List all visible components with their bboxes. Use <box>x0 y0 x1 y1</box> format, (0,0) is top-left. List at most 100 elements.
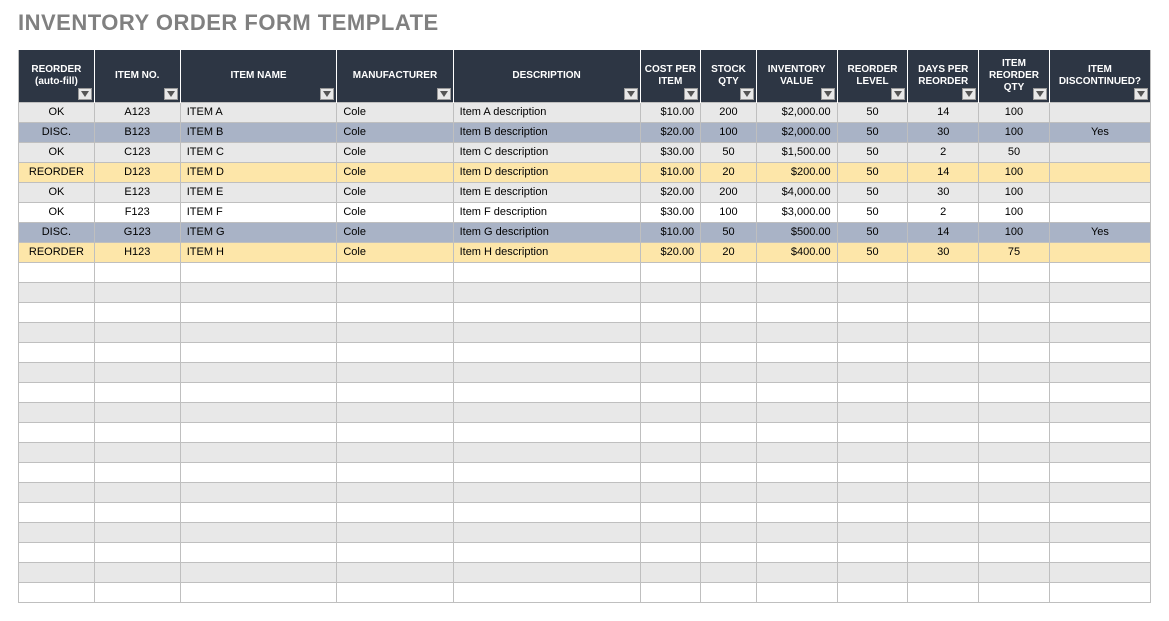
cell[interactable] <box>19 422 95 442</box>
cell[interactable] <box>756 402 837 422</box>
cell[interactable] <box>701 342 757 362</box>
cell[interactable]: Item D description <box>453 162 640 182</box>
cell[interactable]: Cole <box>337 122 453 142</box>
column-header[interactable]: STOCK QTY <box>701 50 757 102</box>
cell[interactable]: $10.00 <box>640 102 701 122</box>
cell[interactable]: 100 <box>701 122 757 142</box>
filter-dropdown-icon[interactable] <box>821 88 835 100</box>
cell[interactable] <box>1049 162 1150 182</box>
cell[interactable] <box>94 442 180 462</box>
cell[interactable] <box>180 422 337 442</box>
cell[interactable] <box>1049 502 1150 522</box>
filter-dropdown-icon[interactable] <box>684 88 698 100</box>
cell[interactable] <box>1049 362 1150 382</box>
cell[interactable] <box>640 262 701 282</box>
cell[interactable] <box>19 382 95 402</box>
cell[interactable]: 100 <box>979 102 1050 122</box>
cell[interactable] <box>1049 402 1150 422</box>
cell[interactable] <box>94 502 180 522</box>
cell[interactable]: ITEM C <box>180 142 337 162</box>
cell[interactable] <box>337 442 453 462</box>
cell[interactable] <box>908 282 979 302</box>
cell[interactable]: ITEM B <box>180 122 337 142</box>
filter-dropdown-icon[interactable] <box>962 88 976 100</box>
cell[interactable]: 100 <box>979 162 1050 182</box>
column-header[interactable]: COST PER ITEM <box>640 50 701 102</box>
cell[interactable] <box>979 422 1050 442</box>
cell[interactable]: ITEM H <box>180 242 337 262</box>
cell[interactable] <box>979 502 1050 522</box>
cell[interactable]: Item E description <box>453 182 640 202</box>
cell[interactable]: OK <box>19 202 95 222</box>
cell[interactable] <box>979 582 1050 602</box>
filter-dropdown-icon[interactable] <box>624 88 638 100</box>
cell[interactable] <box>837 582 908 602</box>
filter-dropdown-icon[interactable] <box>437 88 451 100</box>
cell[interactable] <box>837 262 908 282</box>
cell[interactable]: 50 <box>837 222 908 242</box>
cell[interactable]: Item C description <box>453 142 640 162</box>
cell[interactable]: 50 <box>701 142 757 162</box>
cell[interactable] <box>94 482 180 502</box>
cell[interactable] <box>837 482 908 502</box>
cell[interactable] <box>701 502 757 522</box>
cell[interactable]: 200 <box>701 102 757 122</box>
cell[interactable] <box>1049 442 1150 462</box>
cell[interactable] <box>640 362 701 382</box>
cell[interactable]: 75 <box>979 242 1050 262</box>
cell[interactable] <box>337 342 453 362</box>
cell[interactable] <box>180 522 337 542</box>
cell[interactable] <box>908 322 979 342</box>
cell[interactable]: OK <box>19 182 95 202</box>
cell[interactable] <box>1049 462 1150 482</box>
cell[interactable]: 50 <box>837 102 908 122</box>
cell[interactable] <box>453 522 640 542</box>
cell[interactable]: 200 <box>701 182 757 202</box>
cell[interactable] <box>337 402 453 422</box>
cell[interactable] <box>979 282 1050 302</box>
cell[interactable] <box>180 302 337 322</box>
cell[interactable] <box>908 302 979 322</box>
cell[interactable] <box>94 342 180 362</box>
cell[interactable]: $20.00 <box>640 122 701 142</box>
cell[interactable] <box>756 522 837 542</box>
column-header[interactable]: DAYS PER REORDER <box>908 50 979 102</box>
column-header[interactable]: MANUFACTURER <box>337 50 453 102</box>
cell[interactable] <box>453 402 640 422</box>
cell[interactable] <box>701 422 757 442</box>
cell[interactable] <box>701 322 757 342</box>
cell[interactable] <box>453 322 640 342</box>
cell[interactable] <box>837 362 908 382</box>
cell[interactable]: Yes <box>1049 222 1150 242</box>
cell[interactable] <box>756 322 837 342</box>
column-header[interactable]: INVENTORY VALUE <box>756 50 837 102</box>
filter-dropdown-icon[interactable] <box>891 88 905 100</box>
cell[interactable]: $30.00 <box>640 202 701 222</box>
cell[interactable] <box>453 502 640 522</box>
cell[interactable] <box>1049 202 1150 222</box>
cell[interactable] <box>337 522 453 542</box>
cell[interactable] <box>701 402 757 422</box>
cell[interactable]: 100 <box>979 222 1050 242</box>
cell[interactable] <box>756 302 837 322</box>
cell[interactable] <box>453 362 640 382</box>
cell[interactable]: Cole <box>337 222 453 242</box>
cell[interactable]: $3,000.00 <box>756 202 837 222</box>
cell[interactable] <box>19 302 95 322</box>
cell[interactable] <box>979 322 1050 342</box>
cell[interactable] <box>453 382 640 402</box>
cell[interactable] <box>908 422 979 442</box>
cell[interactable] <box>19 342 95 362</box>
cell[interactable] <box>640 422 701 442</box>
cell[interactable] <box>701 562 757 582</box>
cell[interactable] <box>19 542 95 562</box>
cell[interactable] <box>701 582 757 602</box>
cell[interactable]: 50 <box>837 122 908 142</box>
cell[interactable]: 20 <box>701 242 757 262</box>
filter-dropdown-icon[interactable] <box>320 88 334 100</box>
cell[interactable] <box>180 342 337 362</box>
cell[interactable]: $10.00 <box>640 222 701 242</box>
cell[interactable] <box>94 362 180 382</box>
cell[interactable] <box>19 582 95 602</box>
cell[interactable]: 2 <box>908 202 979 222</box>
